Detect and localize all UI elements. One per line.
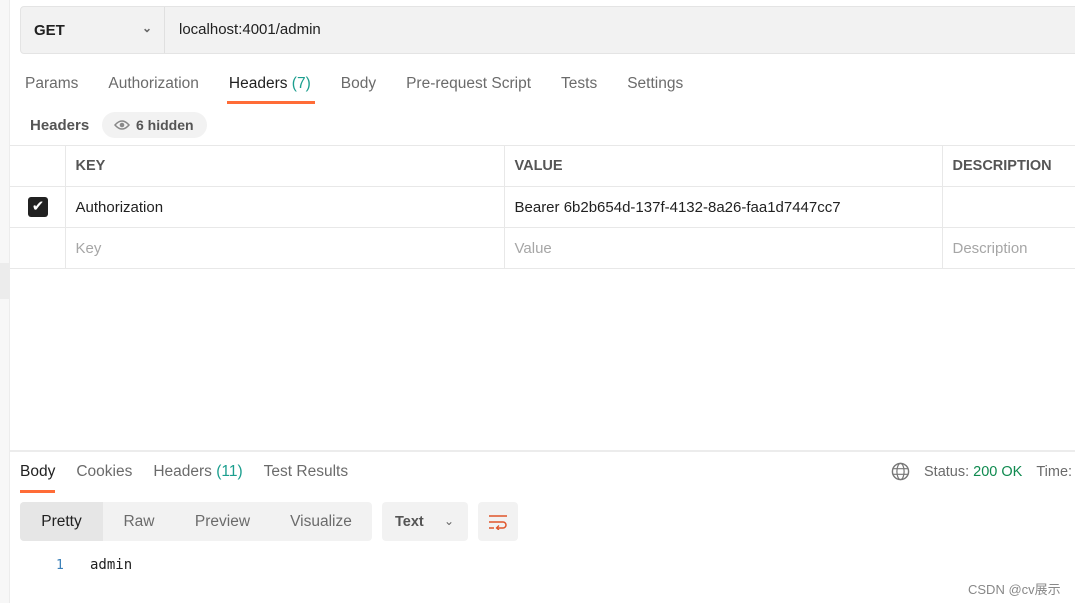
method-label: GET <box>34 21 65 39</box>
wrap-lines-icon <box>489 514 507 530</box>
request-tabs: Params Authorization Headers (7) Body Pr… <box>25 75 713 104</box>
status-text: Status: 200 OK <box>924 464 1022 480</box>
status-code[interactable]: 200 OK <box>973 464 1022 480</box>
wrap-lines-button[interactable] <box>478 502 518 541</box>
tab-count: (7) <box>291 75 311 92</box>
sidebar-handle[interactable] <box>0 263 10 299</box>
empty-checkbox-cell <box>10 227 66 269</box>
headers-title: Headers <box>30 117 90 134</box>
response-body-line[interactable]: admin <box>90 557 132 573</box>
row-checkbox-cell: ✔ <box>10 186 66 228</box>
eye-icon <box>114 120 130 130</box>
checkbox-checked-icon[interactable]: ✔ <box>28 197 48 217</box>
description-input[interactable]: Description <box>941 227 1075 269</box>
tab-label: Tests <box>561 75 598 92</box>
checkbox-column <box>10 145 66 187</box>
tab-label: Headers <box>153 463 212 480</box>
tab-label: Pre-request Script <box>406 75 532 92</box>
mode-visualize[interactable]: Visualize <box>270 502 372 541</box>
response-status: Status: 200 OK Time: <box>891 462 1072 481</box>
hidden-headers-toggle[interactable]: 6 hidden <box>102 112 207 138</box>
mode-pretty[interactable]: Pretty <box>20 502 103 541</box>
key-cell[interactable]: Authorization <box>64 186 505 228</box>
pane-divider[interactable] <box>10 450 1075 452</box>
method-select[interactable]: GET ⌄ <box>21 7 165 53</box>
tab-cookies[interactable]: Cookies <box>76 463 132 492</box>
mode-preview[interactable]: Preview <box>175 502 270 541</box>
url-input[interactable]: localhost:4001/admin <box>179 21 321 38</box>
tab-tests[interactable]: Tests <box>561 75 597 103</box>
key-input[interactable]: Key <box>64 227 505 269</box>
time-label[interactable]: Time: <box>1036 464 1072 480</box>
mode-raw[interactable]: Raw <box>103 502 175 541</box>
value-input[interactable]: Value <box>503 227 943 269</box>
tab-test-results[interactable]: Test Results <box>264 463 348 492</box>
tab-label: Test Results <box>263 463 349 480</box>
value-cell[interactable]: Bearer 6b2b654d-137f-4132-8a26-faa1d7447… <box>503 186 943 228</box>
table-header-row: KEY VALUE DESCRIPTION <box>10 145 1075 187</box>
left-sidebar-edge <box>0 0 10 603</box>
chevron-down-icon: ⌄ <box>141 21 152 35</box>
tab-authorization[interactable]: Authorization <box>108 75 198 103</box>
tab-label: Params <box>25 75 79 92</box>
column-value: VALUE <box>503 145 943 187</box>
tab-label: Body <box>20 463 56 480</box>
url-bar: GET ⌄ localhost:4001/admin <box>20 6 1075 54</box>
tab-label: Headers <box>228 75 288 92</box>
line-number: 1 <box>56 558 64 573</box>
tab-response-body[interactable]: Body <box>20 463 56 493</box>
tab-body[interactable]: Body <box>341 75 376 103</box>
tab-settings[interactable]: Settings <box>627 75 683 103</box>
format-select[interactable]: Text ⌄ <box>382 502 468 541</box>
tab-label: Authorization <box>108 75 199 92</box>
tab-label: Settings <box>627 75 684 92</box>
tab-count: (11) <box>216 463 243 480</box>
tab-response-headers[interactable]: Headers (11) <box>153 463 242 492</box>
response-tabs: Body Cookies Headers (11) Test Results <box>20 463 369 493</box>
chevron-down-icon: ⌄ <box>443 514 454 528</box>
status-label: Status: <box>924 463 970 480</box>
tab-label: Body <box>340 75 377 92</box>
description-cell[interactable] <box>941 186 1075 228</box>
tab-headers[interactable]: Headers (7) <box>226 75 315 104</box>
tab-label: Cookies <box>76 463 133 480</box>
tab-pre-request-script[interactable]: Pre-request Script <box>406 75 531 103</box>
table-row-new: Key Value Description <box>10 227 1075 269</box>
column-key: KEY <box>64 145 505 187</box>
globe-icon[interactable] <box>891 462 910 481</box>
hidden-count: 6 hidden <box>136 117 194 133</box>
watermark: CSDN @cv展示 <box>968 582 1061 597</box>
format-label: Text <box>395 513 424 530</box>
headers-table: KEY VALUE DESCRIPTION ✔ Authorization Be… <box>10 145 1075 269</box>
tab-params[interactable]: Params <box>25 75 78 103</box>
view-mode-selector: Pretty Raw Preview Visualize <box>20 502 372 541</box>
table-row: ✔ Authorization Bearer 6b2b654d-137f-413… <box>10 186 1075 228</box>
column-description: DESCRIPTION <box>941 145 1075 187</box>
